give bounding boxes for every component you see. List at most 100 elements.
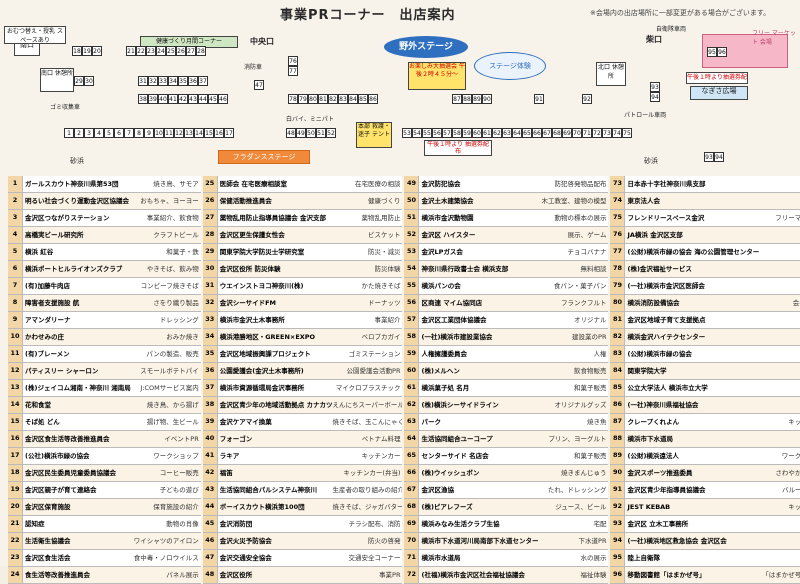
booth-12: 12 [174,128,184,138]
booth-72: 72 [592,128,602,138]
exhibitor-number: 83 [610,346,626,362]
booth-31: 31 [138,76,148,86]
exhibitor-name: 横浜市下水道局 [627,434,673,443]
booth-42: 42 [178,94,188,104]
exhibitor-number: 60 [404,363,420,379]
exhibitor-row: 56 区商連 マイム協同店 フランクフルト [404,295,609,312]
exhibitor-table: 1 ガールスカウト神奈川県第53団 焼き鳥、サモア 2 明るい社会づくり運動金沢区協議会… [8,176,800,584]
exhibitor-item: 和菓子販売 [573,383,607,392]
exhibitor-number: 46 [202,533,218,549]
exhibitor-column-1: 1 ガールスカウト神奈川県第53団 焼き鳥、サモア 2 明るい社会づくり運動金沢区協議会… [8,176,201,584]
booth-60: 60 [472,128,482,138]
exhibitor-number: 91 [610,482,626,498]
exhibitor-row: 78(株)金沢福祉サービス 飲食物 [610,261,800,278]
exhibitor-item: 木工教室、建物の模型 [541,196,607,205]
exhibitor-item: 救急法 [759,177,800,192]
exhibitor-row: 46 金沢火災予防協会 防火の啓発 [202,533,403,550]
booth-41: 41 [168,94,178,104]
booth-44: 44 [198,94,208,104]
exhibitor-row: 35 金沢区地域振興課プロジェクト ゴミステーション [202,346,403,363]
booth-69: 69 [562,128,572,138]
exhibitor-number: 19 [8,482,23,498]
booths-48-52: 48 49 50 51 52 [286,128,336,138]
exhibitor-item: 動物の標本の展示 [554,213,607,222]
exhibitor-number: 89 [610,448,626,464]
exhibitor-item: 健康づくり [367,196,401,205]
exhibitor-row: 58 (一社)横浜市建設業協会 建設業のPR [404,329,609,346]
exhibitor-row: 82横浜金沢ハイテクセンター 展示 [610,329,800,346]
booth-55: 55 [422,128,432,138]
booths-95-96: 95 96 [707,47,727,57]
exhibitor-row: 32 金沢シーサイドFM ドーナッツ [202,295,403,312]
exhibitor-name: 明るい社会づくり運動金沢区協議会 [25,196,129,205]
exhibitor-number: 7 [8,278,23,294]
exhibitor-name: 横浜みなみ生活クラブ生協 [421,519,500,528]
booth-8: 8 [134,128,144,138]
exhibitor-name: 金沢区青少年指導員協議会 [627,485,706,494]
exhibitor-row: 19 金沢区親子が育て連絡会 子どもの遊び [8,482,201,499]
exhibitor-item: ペトナム料理 [361,434,401,443]
exhibitor-name: ラキア [219,451,240,460]
exhibitor-item: 焼き鳥、サモア [153,179,199,188]
exhibitor-row: 53 金沢LPガス会 チョコバナナ [404,244,609,261]
exhibitor-name: 陸上自衛隊 [627,553,660,562]
booth-50: 50 [306,128,316,138]
exhibitor-name: (公財)横浜市緑の協会 海の公園管理センター [627,247,760,256]
exhibitor-row: 93金沢区 立木工事務所 事業PR [610,516,800,533]
booth-63: 63 [502,128,512,138]
exhibitor-name: センターサイド 名店会 [421,451,489,460]
exhibitor-name: 横浜市資源循環局金沢事務所 [219,383,305,392]
lottery-event: お楽しみ大抽選会 午後２時４５分～ [408,62,466,90]
booth-10: 10 [154,128,164,138]
exhibitor-item: チョコバナナ [567,247,607,256]
booth-67: 67 [542,128,552,138]
booth-22: 22 [136,46,146,56]
exhibitor-name: 金沢区役所 防災体験 [219,264,281,273]
exhibitor-item: ジュース、ビール [555,502,607,511]
exhibitor-row: 72 (社福)横浜市金沢区社会福祉協議会 福祉体験 [404,567,609,584]
exhibitor-row: 77(公財)横浜市緑の協会 海の公園管理センターアマモ [610,244,800,261]
exhibitor-number: 21 [8,516,23,532]
exhibitor-row: 17 (公社)横浜市緑の協会 ワークショップ [8,448,201,465]
exhibitor-row: 88横浜市下水道局 水道PR [610,431,800,448]
exhibitor-name: 人権擁護委員会 [421,349,467,358]
exhibitor-row: 28 金沢区更生保護女性会 ビスケット [202,227,403,244]
booth-56: 56 [432,128,442,138]
booth-3: 3 [84,128,94,138]
exhibitor-name: (公財)横浜市緑の協会 [627,349,692,358]
booth-84: 84 [348,94,358,104]
exhibitor-number: 34 [202,329,218,345]
exhibitor-name: 横浜金沢ハイテクセンター [627,332,706,341]
booth-33: 33 [158,76,168,86]
exhibitor-number: 47 [202,550,218,566]
exhibitor-item: おもちゃ、ヨーヨー [140,196,199,205]
chuuou-label: 中央口 [250,37,274,46]
exhibitor-row: 23 金沢区食生活会 食中毒・ノロウイルス [8,550,201,567]
jidousha-label: 自衛隊車両 [656,26,687,33]
hakushi-label: 白バイ、ミニパト [286,116,335,123]
exhibitor-row: 75フレンドリースペース金沢 フリーマーケット [610,210,800,227]
exhibitor-item: 野菜即売 [759,228,800,243]
exhibitor-name: 横浜市水道局 [421,553,461,562]
exhibitor-row: 42 福笛 キッチンカー(弁当) [202,465,403,482]
booth-62: 62 [492,128,502,138]
exhibitor-row: 60 (株)メルヘン 飲食物販売 [404,363,609,380]
booth-25: 25 [166,46,176,56]
exhibitor-row: 27 薬物乱用防止指導員協議会 金沢支部 薬物乱用防止 [202,210,403,227]
exhibitor-number: 28 [202,227,218,243]
booth-93: 93 [704,152,714,162]
exhibitor-name: そば処 どん [25,417,60,426]
booth-89: 89 [472,94,482,104]
exhibitor-name: 金沢区つながりステーション [25,213,110,222]
exhibitor-name: 横浜市金沢動物園 [421,213,474,222]
exhibitor-number: 87 [610,414,626,430]
exhibitor-number: 5 [8,244,23,260]
exhibitor-row: 76JA横浜 金沢区支部 野菜即売 [610,227,800,244]
exhibitor-number: 79 [610,278,626,294]
exhibitor-item: たれ、ドレッシング [547,485,607,494]
exhibitor-number: 16 [8,431,23,447]
booth-87: 87 [452,94,462,104]
booth-17: 17 [224,128,234,138]
booth-90: 90 [482,94,492,104]
lottery-distribution-bottom: 午後１時より 抽選券配布 [424,140,492,156]
